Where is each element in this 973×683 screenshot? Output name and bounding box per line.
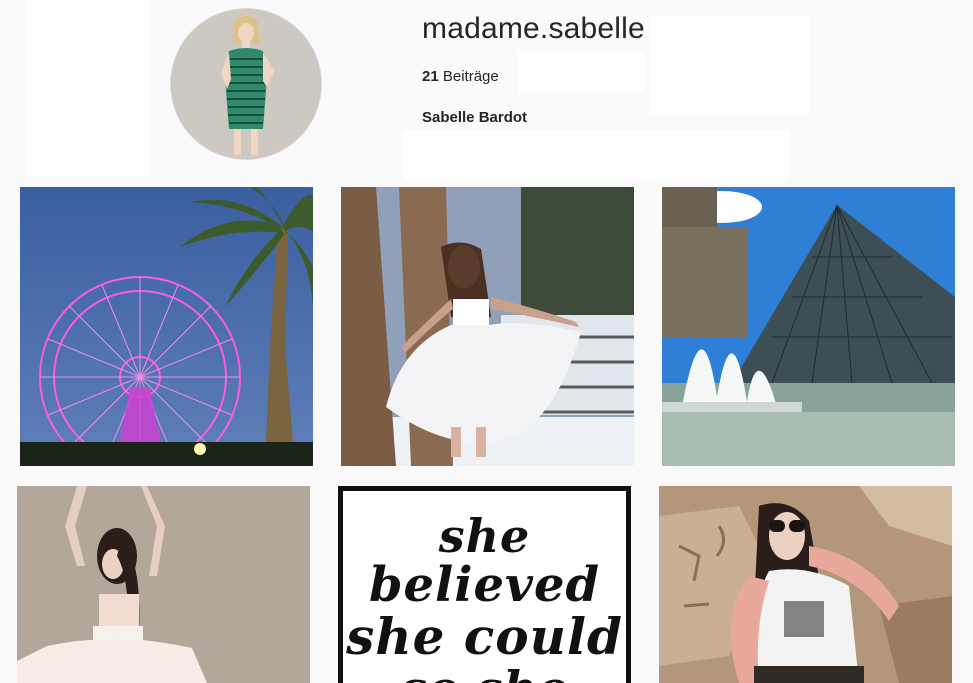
quote-line-4: so she	[343, 661, 626, 683]
header-left-panel	[26, 0, 150, 176]
posts-count: 21 Beiträge	[422, 68, 499, 85]
post-ferris-wheel-palm[interactable]	[20, 187, 313, 466]
quote-line-2: believed	[368, 557, 601, 613]
post-dancer-wall[interactable]	[17, 486, 310, 683]
header-stats-panel	[518, 52, 645, 93]
post-louvre-pyramid[interactable]	[662, 187, 955, 466]
post-quote[interactable]: she believed she could so she	[338, 486, 631, 683]
quote-line-1: she	[438, 509, 531, 563]
profile-username: madame.sabelle	[422, 12, 645, 45]
quote-frame: she believed she could so she	[338, 486, 631, 683]
posts-count-number: 21	[422, 68, 439, 85]
profile-full-name: Sabelle Bardot	[422, 109, 528, 126]
profile-avatar[interactable]	[170, 8, 322, 160]
header-right-panel	[650, 16, 809, 115]
post-tutu-winter-tree[interactable]	[341, 187, 634, 466]
quote-line-3: she could	[346, 607, 623, 666]
posts-count-label: Beiträge	[442, 68, 499, 85]
post-sunglasses-ruins[interactable]	[659, 486, 952, 683]
header-bio-panel	[403, 130, 790, 180]
